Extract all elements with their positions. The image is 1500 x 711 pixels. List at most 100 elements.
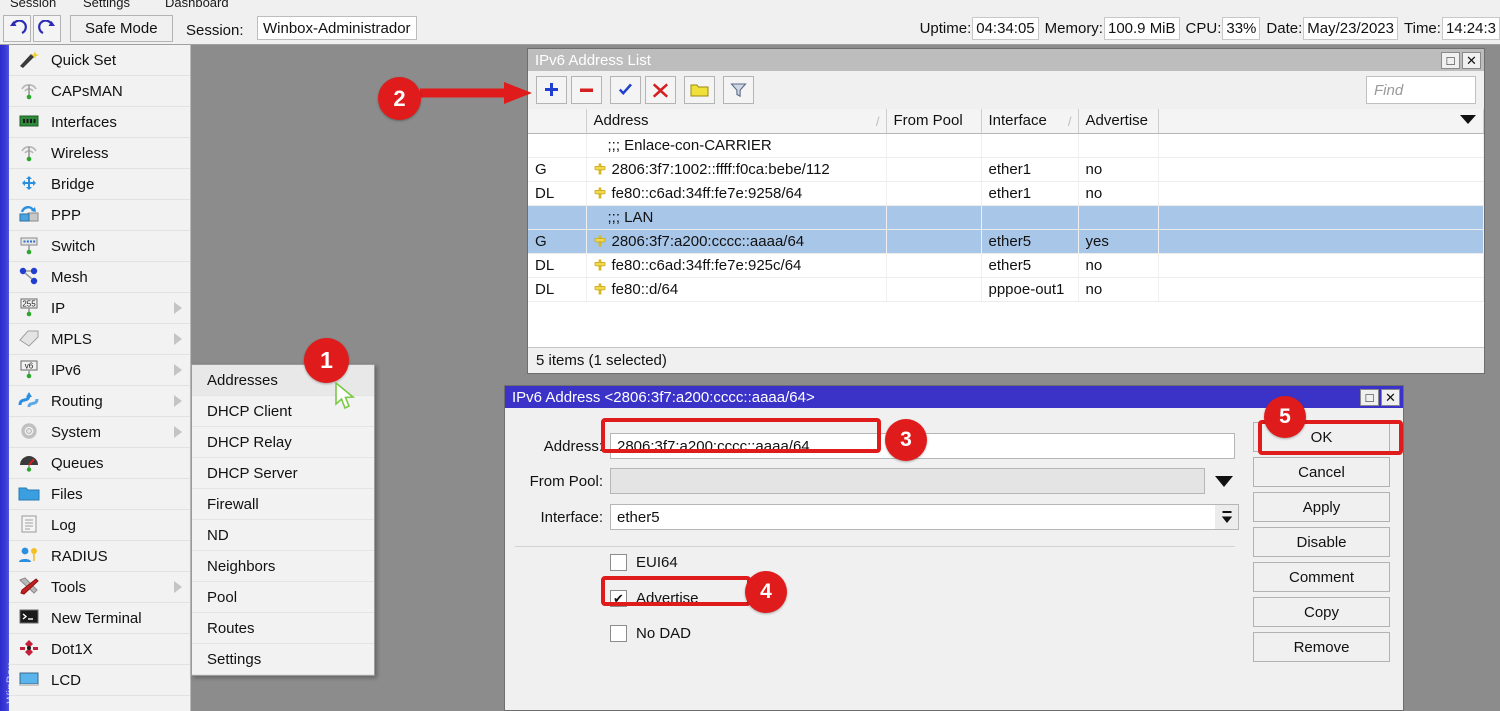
row-from-pool <box>886 229 981 253</box>
submenu-item-routes[interactable]: Routes <box>192 613 374 644</box>
sidebar-item-mpls[interactable]: MPLS <box>9 324 190 355</box>
sidebar-item-dot1x[interactable]: Dot1X <box>9 634 190 665</box>
interface-field[interactable]: ether5 <box>610 504 1215 530</box>
row-from-pool <box>886 157 981 181</box>
antenna-icon <box>17 142 43 164</box>
sidebar-item-queues[interactable]: Queues <box>9 448 190 479</box>
no-dad-checkbox-box[interactable] <box>610 625 627 642</box>
eui64-label: EUI64 <box>636 554 678 571</box>
submenu-item-dhcp-relay[interactable]: DHCP Relay <box>192 427 374 458</box>
table-row[interactable]: ;;; Enlace-con-CARRIER <box>528 133 1484 157</box>
sidebar-item-routing[interactable]: Routing <box>9 386 190 417</box>
sidebar-item-radius[interactable]: RADIUS <box>9 541 190 572</box>
sidebar-item-bridge[interactable]: Bridge <box>9 169 190 200</box>
row-advertise: yes <box>1078 229 1158 253</box>
sidebar-item-capsman[interactable]: CAPsMAN <box>9 76 190 107</box>
table-row[interactable]: G2806:3f7:a200:cccc::aaaa/64ether5yes <box>528 229 1484 253</box>
undo-arrow-icon[interactable] <box>3 15 31 42</box>
add-icon[interactable] <box>536 76 567 104</box>
chevron-down-icon[interactable] <box>1215 476 1233 487</box>
sidebar-item-log[interactable]: Log <box>9 510 190 541</box>
column-flags[interactable] <box>528 109 586 133</box>
interface-dropdown-icon[interactable] <box>1215 504 1239 530</box>
sidebar-item-label: Switch <box>51 238 95 255</box>
sidebar-item-quick-set[interactable]: Quick Set <box>9 45 190 76</box>
mouse-cursor-icon <box>334 382 358 412</box>
sidebar-item-ip[interactable]: 255IP <box>9 293 190 324</box>
table-row[interactable]: ;;; LAN <box>528 205 1484 229</box>
sidebar-item-ppp[interactable]: PPP <box>9 200 190 231</box>
cancel-button[interactable]: Cancel <box>1253 457 1390 487</box>
redo-arrow-icon[interactable] <box>33 15 61 42</box>
sidebar-item-wireless[interactable]: Wireless <box>9 138 190 169</box>
close-icon[interactable]: ✕ <box>1462 52 1481 69</box>
dot1x-icon <box>17 638 43 660</box>
annotation-arrow-2 <box>420 80 535 106</box>
sidebar-item-interfaces[interactable]: Interfaces <box>9 107 190 138</box>
sidebar-item-mesh[interactable]: Mesh <box>9 262 190 293</box>
eui64-checkbox[interactable]: EUI64 <box>610 554 678 571</box>
table-row[interactable]: G2806:3f7:1002::ffff:f0ca:bebe/112ether1… <box>528 157 1484 181</box>
sidebar-item-ipv6[interactable]: v6IPv6 <box>9 355 190 386</box>
sidebar-item-switch[interactable]: Switch <box>9 231 190 262</box>
sidebar-item-label: Bridge <box>51 176 94 193</box>
enable-icon[interactable] <box>610 76 641 104</box>
sidebar-item-label: MPLS <box>51 331 92 348</box>
menubar: Session Settings Dashboard <box>0 0 1500 12</box>
sidebar-item-files[interactable]: Files <box>9 479 190 510</box>
disable-button[interactable]: Disable <box>1253 527 1390 557</box>
comment-icon[interactable] <box>684 76 715 104</box>
maximize-icon[interactable]: □ <box>1441 52 1460 69</box>
menu-dashboard[interactable]: Dashboard <box>165 0 229 10</box>
submenu-item-nd[interactable]: ND <box>192 520 374 551</box>
column-menu[interactable] <box>1158 109 1484 133</box>
maximize-icon[interactable]: □ <box>1360 389 1379 406</box>
row-advertise: no <box>1078 253 1158 277</box>
disable-icon[interactable] <box>645 76 676 104</box>
annotation-marker-5: 5 <box>1264 396 1306 438</box>
row-flags: G <box>528 229 586 253</box>
filter-icon[interactable] <box>723 76 754 104</box>
sidebar-item-label: Quick Set <box>51 52 116 69</box>
remove-button[interactable]: Remove <box>1253 632 1390 662</box>
comment-button[interactable]: Comment <box>1253 562 1390 592</box>
table-row[interactable]: DLfe80::c6ad:34ff:fe7e:925c/64ether5no <box>528 253 1484 277</box>
session-label: Session: <box>186 22 244 39</box>
sidebar-item-new-terminal[interactable]: New Terminal <box>9 603 190 634</box>
column-interface[interactable]: Interface/ <box>981 109 1078 133</box>
column-from-pool[interactable]: From Pool <box>886 109 981 133</box>
row-from-pool <box>886 133 981 157</box>
chevron-right-icon <box>174 426 182 438</box>
row-flags: G <box>528 157 586 181</box>
apply-button[interactable]: Apply <box>1253 492 1390 522</box>
remove-icon[interactable] <box>571 76 602 104</box>
table-row[interactable]: DLfe80::c6ad:34ff:fe7e:9258/64ether1no <box>528 181 1484 205</box>
find-input[interactable]: Find <box>1366 76 1476 104</box>
submenu-item-settings[interactable]: Settings <box>192 644 374 675</box>
from-pool-field[interactable] <box>610 468 1205 494</box>
menu-session[interactable]: Session <box>10 0 56 10</box>
session-value[interactable]: Winbox-Administrador <box>257 16 417 40</box>
chevron-down-icon[interactable] <box>1460 115 1476 124</box>
safe-mode-button[interactable]: Safe Mode <box>70 15 173 42</box>
sidebar-item-system[interactable]: System <box>9 417 190 448</box>
sidebar-item-tools[interactable]: Tools <box>9 572 190 603</box>
close-icon[interactable]: ✕ <box>1381 389 1400 406</box>
copy-button[interactable]: Copy <box>1253 597 1390 627</box>
menu-settings[interactable]: Settings <box>83 0 130 10</box>
submenu-item-pool[interactable]: Pool <box>192 582 374 613</box>
row-flags <box>528 205 586 229</box>
no-dad-checkbox[interactable]: No DAD <box>610 625 691 642</box>
column-address[interactable]: Address/ <box>586 109 886 133</box>
submenu-item-dhcp-server[interactable]: DHCP Server <box>192 458 374 489</box>
sort-indicator-icon: / <box>876 114 880 129</box>
submenu-item-firewall[interactable]: Firewall <box>192 489 374 520</box>
column-advertise[interactable]: Advertise <box>1078 109 1158 133</box>
sidebar-item-lcd[interactable]: LCD <box>9 665 190 696</box>
submenu-item-neighbors[interactable]: Neighbors <box>192 551 374 582</box>
row-address-cell: fe80::c6ad:34ff:fe7e:9258/64 <box>586 181 886 205</box>
eui64-checkbox-box[interactable] <box>610 554 627 571</box>
row-spacer <box>1158 253 1484 277</box>
table-row[interactable]: DLfe80::d/64pppoe-out1no <box>528 277 1484 301</box>
terminal-icon <box>17 607 43 629</box>
